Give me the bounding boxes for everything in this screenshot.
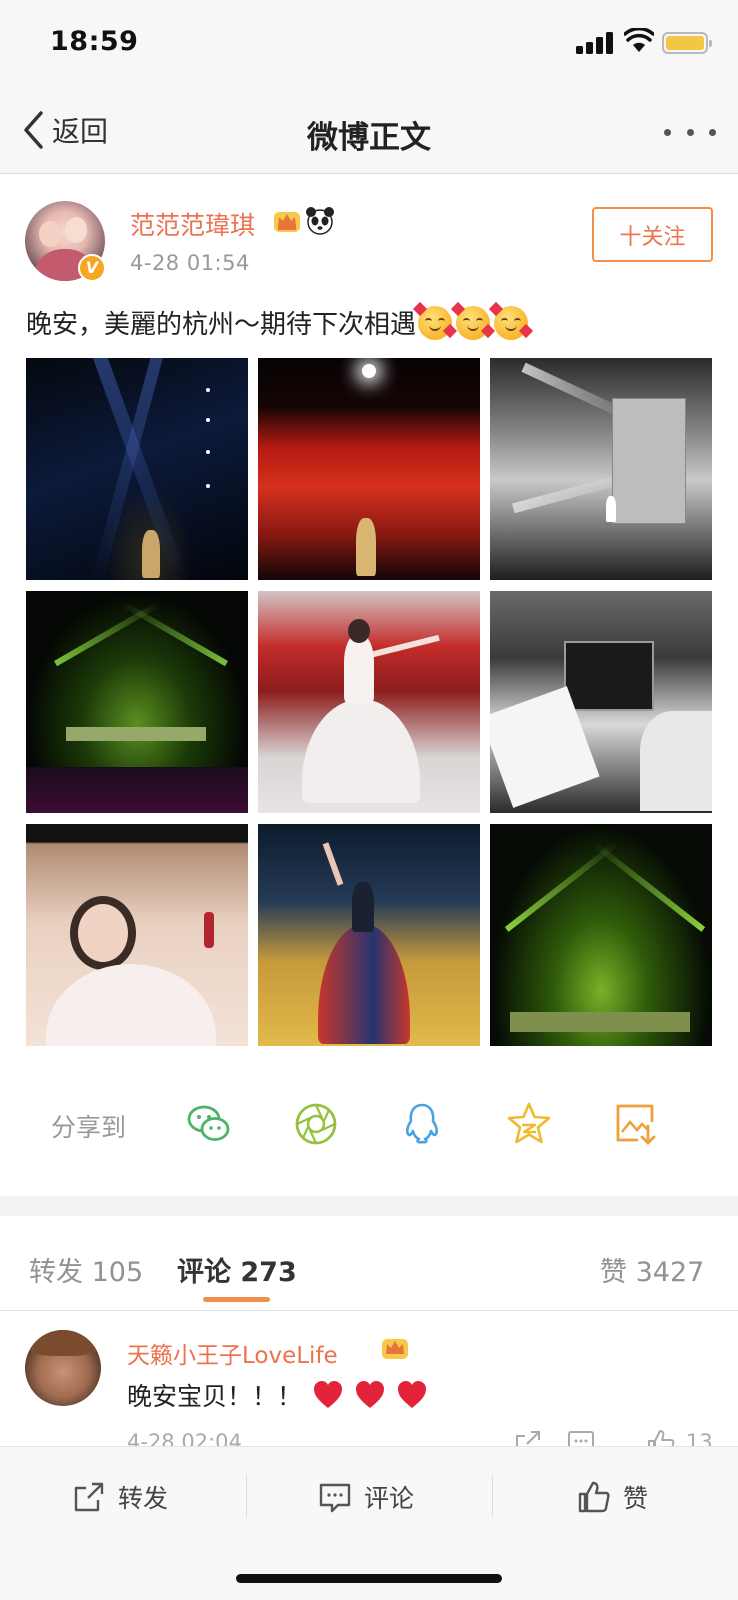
tab-comments[interactable]: 评论 273 bbox=[177, 1250, 297, 1289]
red-heart-icon bbox=[314, 1381, 343, 1408]
emoji-group bbox=[412, 301, 534, 340]
post-photo-1[interactable] bbox=[26, 358, 248, 580]
post-photo-2[interactable] bbox=[258, 358, 480, 580]
post-photo-8[interactable] bbox=[258, 824, 480, 1046]
toolbar-separator bbox=[246, 1475, 247, 1517]
comment-text: 晚安宝贝！！！ bbox=[127, 1382, 303, 1411]
like-label: 赞 bbox=[623, 1484, 649, 1513]
comment-icon bbox=[319, 1483, 351, 1513]
tab-reposts[interactable]: 转发 105 bbox=[29, 1250, 143, 1289]
post-text: 晚安，美麗的杭州～期待下次相遇 bbox=[26, 310, 417, 340]
panda-icon[interactable] bbox=[304, 205, 336, 237]
post-photo-5[interactable] bbox=[258, 591, 480, 813]
like-button[interactable]: 赞 bbox=[577, 1477, 648, 1517]
post-photo-4[interactable] bbox=[26, 591, 248, 813]
repost-button[interactable]: 转发 bbox=[72, 1477, 168, 1517]
qq-icon[interactable] bbox=[398, 1100, 446, 1148]
save-image-icon[interactable] bbox=[612, 1100, 660, 1148]
active-tab-indicator bbox=[203, 1297, 270, 1302]
post-username[interactable]: 范范范瑋琪 bbox=[130, 206, 255, 242]
comment-avatar[interactable] bbox=[25, 1330, 101, 1406]
toolbar-separator bbox=[492, 1475, 493, 1517]
battery-icon bbox=[662, 32, 712, 54]
moments-icon[interactable] bbox=[292, 1100, 340, 1148]
more-options-button[interactable] bbox=[664, 124, 716, 140]
comment-username[interactable]: 天籁小王子LoveLife bbox=[127, 1336, 338, 1370]
comment-content: 晚安宝贝！！！ bbox=[127, 1377, 428, 1413]
nav-bar: 返回 微博正文 bbox=[0, 88, 738, 174]
post-photo-3[interactable] bbox=[490, 358, 712, 580]
post-photo-7[interactable] bbox=[26, 824, 248, 1046]
share-label: 分享到 bbox=[51, 1113, 127, 1142]
wechat-icon[interactable] bbox=[185, 1100, 233, 1148]
status-bar: 18:59 bbox=[0, 0, 738, 88]
repost-icon bbox=[74, 1482, 104, 1512]
comment-label: 评论 bbox=[364, 1484, 415, 1513]
follow-button[interactable]: 十关注 bbox=[592, 207, 713, 262]
smiling-hearts-emoji-icon bbox=[412, 301, 458, 340]
comment-button[interactable]: 评论 bbox=[318, 1477, 414, 1517]
section-divider bbox=[0, 1196, 738, 1216]
status-time: 18:59 bbox=[50, 26, 139, 57]
vip-crown-icon[interactable] bbox=[272, 206, 302, 236]
tab-likes[interactable]: 赞 3427 bbox=[600, 1250, 704, 1289]
home-indicator bbox=[236, 1574, 502, 1583]
post-photo-9[interactable] bbox=[490, 824, 712, 1046]
page-title: 微博正文 bbox=[307, 120, 431, 156]
smiling-hearts-emoji-icon bbox=[450, 301, 496, 340]
vip-crown-icon[interactable] bbox=[380, 1333, 410, 1363]
qzone-icon[interactable] bbox=[505, 1100, 553, 1148]
wifi-icon bbox=[624, 28, 654, 52]
post-photo-6[interactable] bbox=[490, 591, 712, 813]
repost-label: 转发 bbox=[118, 1484, 169, 1513]
red-heart-icon bbox=[398, 1381, 427, 1408]
tabs-divider bbox=[0, 1310, 738, 1311]
post-content: 晚安，美麗的杭州～期待下次相遇 bbox=[26, 301, 534, 341]
signal-icon bbox=[576, 32, 614, 54]
smiling-hearts-emoji-icon bbox=[488, 301, 534, 340]
verified-badge-icon: V bbox=[78, 254, 106, 282]
post-timestamp: 4-28 01:54 bbox=[130, 251, 250, 275]
red-heart-icon bbox=[356, 1381, 385, 1408]
thumbs-up-icon bbox=[578, 1481, 610, 1513]
